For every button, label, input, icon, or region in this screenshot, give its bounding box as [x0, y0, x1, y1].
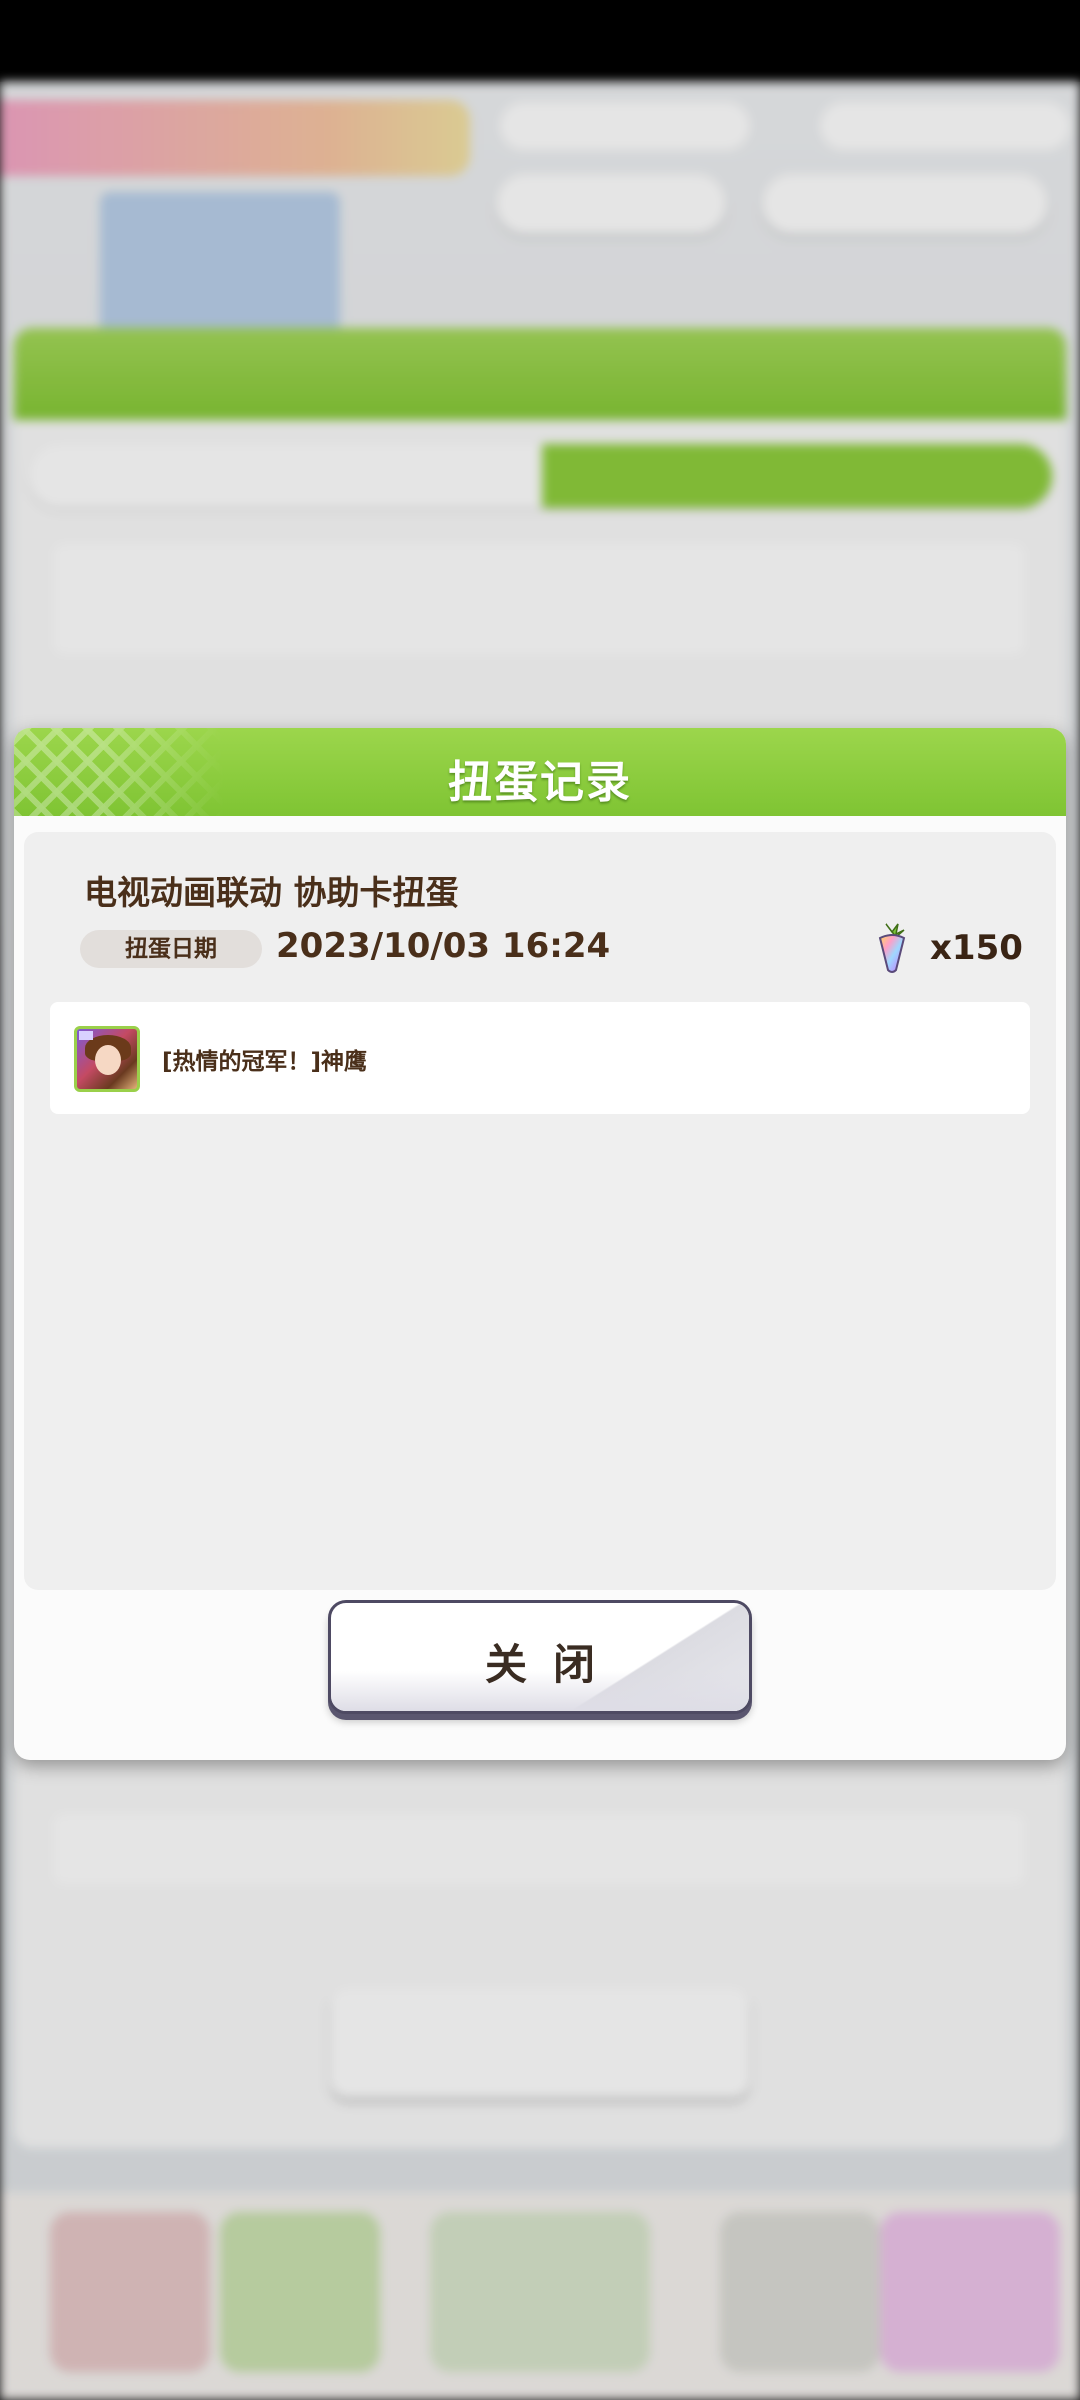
date-label-badge: 扭蛋日期 — [80, 930, 262, 968]
cost-value: x150 — [930, 928, 1023, 968]
status-bar — [0, 0, 1080, 82]
date-value: 2023/10/03 16:24 — [276, 926, 611, 966]
close-button[interactable]: 关闭 — [328, 1600, 752, 1714]
close-button-label: 关闭 — [484, 1640, 621, 1689]
support-card-thumbnail — [74, 1026, 140, 1092]
record-content: 电视动画联动 协助卡扭蛋 扭蛋日期 2023/10/03 16:24 x150 — [24, 832, 1056, 1590]
result-row: [热情的冠军！]神鹰 — [50, 1002, 1030, 1114]
dialog-title: 扭蛋记录 — [448, 757, 632, 808]
gacha-history-dialog: 扭蛋记录 电视动画联动 协助卡扭蛋 扭蛋日期 2023/10/03 16:24 … — [14, 728, 1066, 1760]
dialog-header: 扭蛋记录 — [14, 728, 1066, 816]
result-card-name: [热情的冠军！]神鹰 — [162, 1049, 368, 1075]
record-title: 电视动画联动 协助卡扭蛋 — [84, 873, 459, 912]
carrot-jewel-icon — [878, 923, 906, 973]
